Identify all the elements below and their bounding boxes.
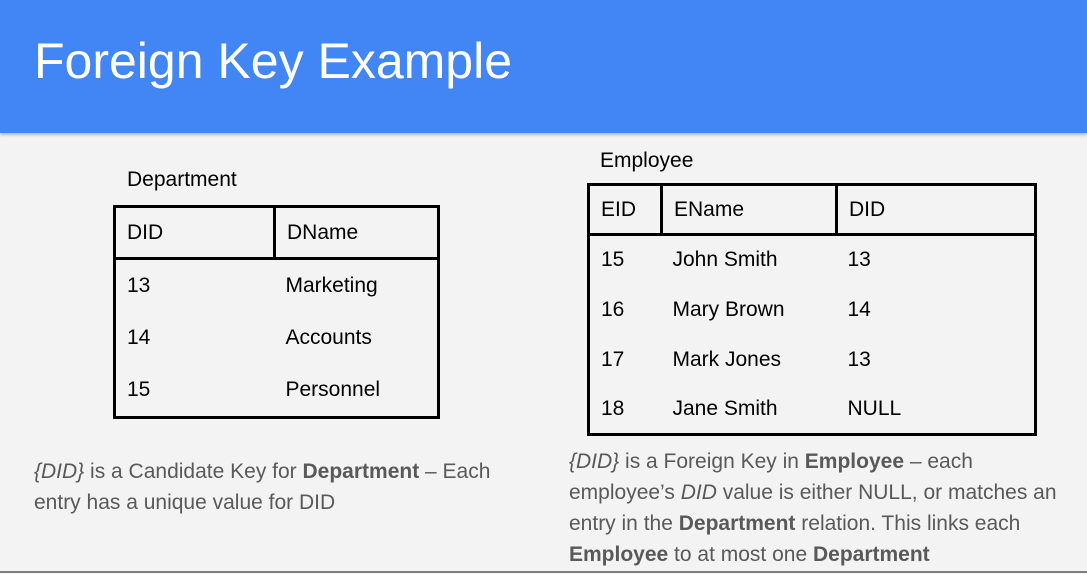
table-cell: 15 [601, 248, 625, 272]
table-row: 13 Marketing [115, 259, 439, 312]
table-cell: Mark Jones [672, 347, 782, 371]
table-cell: 15 [127, 378, 151, 402]
column-header: EID [588, 184, 663, 236]
foreign-key-note: {DID} is a Foreign Key in Employee – eac… [569, 450, 1057, 566]
table-cell: Personnel [285, 378, 381, 402]
department-table: DID DName 13 Marketing 14 Accounts 15 Pe… [113, 205, 440, 419]
table-cell: 13 [847, 347, 871, 371]
column-header: EName [661, 184, 838, 236]
table-cell: NULL [847, 396, 902, 420]
table-row: 16 Mary Brown 14 [589, 285, 1036, 335]
table-row: 14 Accounts [115, 312, 439, 365]
table-row: 15 John Smith 13 [589, 235, 1036, 285]
employee-table: EID EName DID 15 John Smith 13 16 Mary B… [587, 183, 1037, 436]
table-cell: John Smith [672, 248, 778, 272]
table-cell: 18 [601, 396, 625, 420]
table-row: 18 Jane Smith NULL [589, 385, 1036, 435]
table-cell: Accounts [285, 326, 372, 349]
table-cell: 13 [847, 248, 871, 272]
table-cell: Mary Brown [672, 297, 785, 321]
table-cell: 13 [127, 273, 151, 297]
table-cell: 14 [847, 297, 871, 321]
department-caption: Department [127, 168, 237, 191]
note-key: {DID} [34, 460, 85, 483]
candidate-key-note: {DID} is a Candidate Key for Department … [34, 460, 491, 514]
table-cell: Marketing [285, 273, 378, 297]
table-cell: 17 [601, 347, 625, 371]
column-header: DID [114, 206, 276, 260]
bottom-divider [0, 571, 1087, 573]
slide-title: Foreign Key Example [34, 33, 513, 89]
column-header: DID [836, 184, 1036, 236]
column-header: DName [274, 206, 439, 260]
employee-caption: Employee [600, 149, 694, 172]
table-cell: 16 [601, 297, 625, 321]
table-header-row: EID EName DID [588, 184, 1036, 236]
table-row: 15 Personnel [115, 365, 439, 418]
note-key: {DID} [569, 450, 620, 473]
table-row: 17 Mark Jones 13 [589, 335, 1036, 385]
table-header-row: DID DName [114, 206, 439, 260]
title-bar: Foreign Key Example [0, 0, 1087, 133]
table-cell: Jane Smith [672, 396, 778, 420]
table-cell: 14 [127, 326, 151, 349]
